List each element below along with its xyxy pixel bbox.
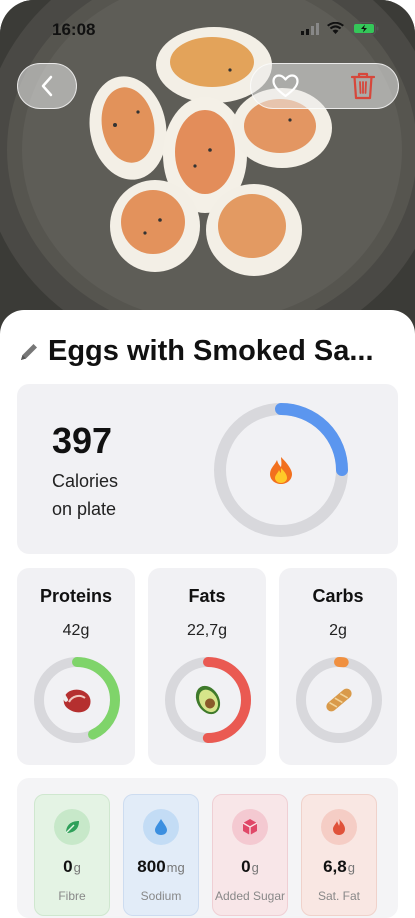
calories-value: 397	[52, 420, 113, 461]
meal-details-sheet: Eggs with Smoked Sa... 397 Calories on p…	[0, 310, 415, 918]
macro-value: 2g	[329, 622, 347, 639]
micro-value: 6,8	[323, 857, 347, 876]
calories-progress-ring	[214, 403, 348, 537]
favorite-button[interactable]	[265, 72, 305, 100]
calories-card: 397 Calories on plate	[17, 384, 398, 554]
avocado-icon	[195, 685, 221, 715]
pencil-icon[interactable]	[18, 341, 40, 363]
fibre-value: 0g	[35, 857, 109, 877]
micro-value: 0	[63, 857, 73, 876]
cellular-signal-icon	[301, 22, 319, 35]
micro-label: Fibre	[58, 889, 86, 903]
fire-icon	[270, 457, 292, 484]
macro-title: Carbs	[312, 586, 364, 606]
system-icons	[301, 22, 379, 35]
status-bar: 16:08	[0, 0, 415, 60]
micro-label: Added Sugar	[214, 889, 286, 903]
carbs-progress-ring	[296, 657, 382, 743]
macro-title: Proteins	[39, 586, 113, 606]
macro-value: 22,7g	[186, 622, 228, 639]
back-button[interactable]	[17, 63, 77, 109]
flame-icon	[321, 809, 357, 845]
carbs-card: Carbs 2g	[279, 568, 397, 765]
fats-progress-ring	[165, 657, 251, 743]
proteins-progress-ring	[34, 657, 120, 743]
meal-actions	[250, 63, 399, 109]
bread-icon	[326, 688, 352, 712]
status-time: 16:08	[52, 20, 96, 39]
micro-unit: g	[347, 860, 355, 875]
macro-title: Fats	[188, 586, 226, 606]
calories-label-line1: Calories	[52, 471, 119, 491]
title-row: Eggs with Smoked Sa...	[18, 335, 398, 368]
cube-icon	[232, 809, 268, 845]
micro-unit: g	[251, 860, 259, 875]
trash-icon	[351, 72, 375, 100]
added-sugar-value: 0g	[213, 857, 287, 877]
calories-label-line2: on plate	[52, 499, 117, 519]
added-sugar-card: 0g Added Sugar	[212, 794, 288, 916]
micro-value: 800	[137, 857, 166, 876]
proteins-card: Proteins 42g	[17, 568, 135, 765]
leaf-icon	[54, 809, 90, 845]
fats-card: Fats 22,7g	[148, 568, 266, 765]
micro-unit: g	[73, 860, 81, 875]
micro-label: Sat. Fat	[317, 889, 361, 903]
fibre-card: 0g Fibre	[34, 794, 110, 916]
battery-charging-icon	[352, 22, 379, 35]
sat-fat-value: 6,8g	[302, 857, 376, 877]
micro-label: Sodium	[140, 889, 182, 903]
delete-button[interactable]	[343, 70, 383, 102]
micro-unit: mg	[166, 860, 185, 875]
chevron-left-icon	[41, 75, 53, 97]
meal-title[interactable]: Eggs with Smoked Sa...	[48, 335, 374, 368]
sat-fat-card: 6,8g Sat. Fat	[301, 794, 377, 916]
sodium-card: 800mg Sodium	[123, 794, 199, 916]
macro-value: 42g	[62, 622, 90, 639]
sodium-value: 800mg	[124, 857, 198, 877]
meat-icon	[62, 689, 91, 713]
calories-label: Calories on plate	[52, 467, 172, 523]
micronutrients-panel: 0g Fibre 800mg Sodium 0g Added Sugar 6,8…	[17, 778, 398, 918]
micro-value: 0	[241, 857, 251, 876]
wifi-icon	[327, 22, 344, 34]
heart-icon	[271, 74, 299, 98]
drop-icon	[143, 809, 179, 845]
